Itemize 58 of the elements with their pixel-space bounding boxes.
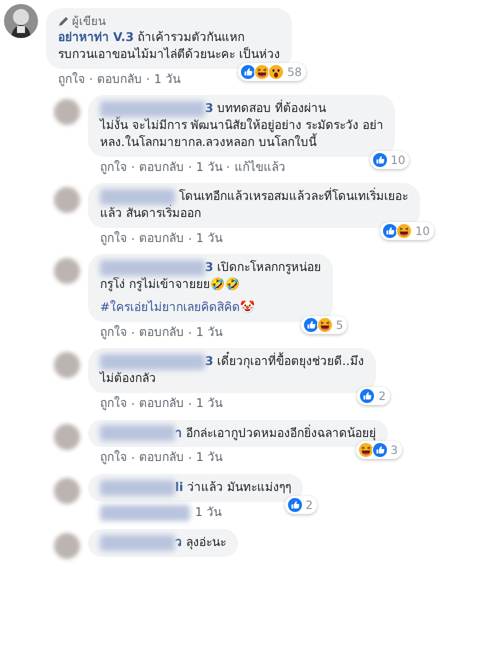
comment-text: 3 เปิดกะโหลกกรูหน่อย กรูโง่ กรูไม่เข้าจายยย🤣🤣 [100,259,322,294]
like-link[interactable]: ถูกใจ [100,324,127,340]
reply-link[interactable]: ตอบกลับ [139,450,184,466]
author-label: ผู้เขียน [72,13,106,30]
like-reaction-icon [359,388,376,404]
comment-meta-text: 1 วัน [196,396,222,412]
like-link[interactable]: ถูกใจ [100,396,127,412]
comment-text: ว ลุงอ่ะนะ [100,534,226,551]
commenter-name-link[interactable]: 3 [205,354,214,368]
reaction-summary[interactable]: 5 [300,316,348,334]
like-link[interactable]: ถูกใจ [100,230,127,246]
laughing-reaction-icon [396,222,412,239]
like-link[interactable]: ถูกใจ [100,160,127,176]
commenter-name-link[interactable]: 3 [205,260,214,274]
comment-meta-text: แก้ไขแล้ว [234,160,286,176]
like-link[interactable]: ถูกใจ [100,450,127,466]
comment-meta-text: 1 วัน [196,160,222,176]
comment-text: 3 เดี๋ยวกุเอาที่ขื้อตยุงช่วยดี..มึง ไม่ต้องกลัว [100,353,364,388]
avatar[interactable] [4,4,38,38]
comment-text: 3 บททดสอบ ที่ต้องผ่าน ไม่งั้น จะไม่มีการ พัฒนานิสัยให้อยู่อย่าง ระมัดระวัง อย่า หลง.ในโลกมายากล.ลวงหลอก บนโลกใบนี้ [100,100,384,151]
comment-meta-text: 1 วัน [196,230,222,246]
reaction-summary[interactable]: 2 [357,386,390,406]
like-reaction-icon [382,222,398,239]
hashtag-link[interactable]: #ใครเอ่ยไม่ยากเลยคิดสิคิด🤡 [100,299,256,316]
commenter-name-link[interactable]: li [175,480,184,494]
commenter-name-link[interactable]: อย่าหาท่า V.3 [58,30,134,44]
comment-text: โดนเทอีกแล้วเหรอสมแล้วละที่โดนเทเริ่มเยอะ แล้ว สันดารเริ่มออก [100,188,408,222]
laughing-reaction-icon [254,64,270,80]
like-link[interactable]: ถูกใจ [58,72,85,88]
pen-icon [58,16,69,27]
reply-link[interactable]: ตอบกลับ [139,160,184,176]
reply-link[interactable]: ตอบกลับ [97,72,142,88]
surprised-reaction-icon [268,64,284,80]
reaction-summary[interactable]: 3 [356,441,402,460]
comment-meta-text: 1 วัน [196,450,222,466]
like-reaction-icon [302,316,319,333]
comment-text: li ว่าแล้ว มันทะแม่งๆๆ [100,479,291,496]
comment-text: า อีกล่ะเอากูปวดหมองอีกยิ่งฉลาดน้อยยุ่ [100,424,376,442]
commenter-name-link[interactable]: ว [175,534,182,549]
reaction-summary[interactable]: 2 [284,496,317,514]
like-reaction-icon [372,152,388,168]
comment-text: อย่าหาท่า V.3 ถ้าเค้ารวมตัวกันแหก รบกวนเอาขอนไม้มาไล่ตีด้วยนะคะ เป็นห่วง [58,29,280,63]
laughing-reaction-icon [316,316,333,333]
like-reaction-icon [372,442,388,458]
comment-meta-text: 1 วัน [154,72,180,88]
reply-link[interactable]: ตอบกลับ [139,230,184,246]
commenter-name-link[interactable]: 3 [205,101,214,116]
reaction-summary[interactable]: 10 [380,222,434,240]
reply-link[interactable]: ตอบกลับ [139,396,184,412]
comment-meta-text: 1 วัน [195,505,222,521]
reply-link[interactable]: ตอบกลับ [139,324,184,340]
like-reaction-icon [286,496,303,513]
like-reaction-icon [240,64,256,80]
comment-meta-text: 1 วัน [196,324,222,340]
laughing-reaction-icon [358,442,374,458]
commenter-name-link[interactable]: า [175,426,182,440]
reaction-summary[interactable]: 58 [238,62,306,81]
reaction-summary[interactable]: 10 [370,150,410,169]
